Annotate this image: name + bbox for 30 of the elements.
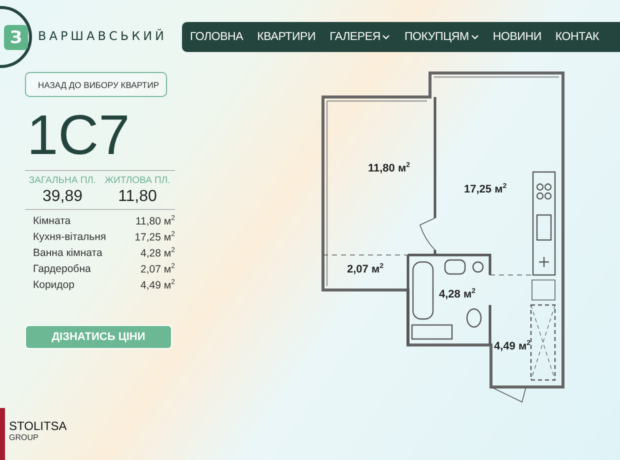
room-area: 17,25 м$^{2}$ — [134, 231, 175, 247]
room-area-label: 17,25 м$^{2}$ — [464, 183, 507, 196]
room-area: 4,49 м$^{2}$ — [140, 279, 175, 295]
room-name: Кімната — [33, 215, 71, 229]
area-label: ЖИТЛОВА ПЛ. — [104, 175, 170, 186]
nav-link[interactable]: НОВИНИ — [492, 31, 542, 43]
room-name: Ванна кімната — [33, 247, 102, 261]
developer-group: GROUP — [9, 433, 67, 442]
room-area-label: 2,07 м$^{2}$ — [347, 263, 384, 276]
room-name: Гардеробна — [33, 263, 91, 277]
nav-link[interactable]: ГОЛОВНА — [190, 31, 244, 43]
nav-link[interactable]: КВАРТИРИ — [257, 31, 316, 43]
room-area-label: 4,49 м$^{2}$ — [494, 340, 531, 353]
area-value: 11,80 — [118, 188, 157, 206]
back-button[interactable]: НАЗАД ДО ВИБОРУ КВАРТИР — [25, 72, 167, 97]
nav-link[interactable]: ГАЛЕРЕЯ — [330, 31, 390, 43]
area-label: ЗАГАЛЬНА ПЛ. — [28, 175, 96, 186]
area-value: 39,89 — [42, 188, 83, 206]
apartment-number: 1С7 — [27, 107, 131, 163]
room-name: Кухня-вітальня — [33, 231, 106, 245]
room-area: 11,80 м$^{2}$ — [135, 215, 175, 231]
brand-name[interactable]: ВАРШАВСЬКИЙ — [38, 29, 168, 43]
room-area: 4,28 м$^{2}$ — [140, 247, 175, 263]
nav-link[interactable]: КОНТАК — [555, 31, 600, 43]
room-area-label: 11,80 м$^{2}$ — [368, 162, 410, 175]
room-name: Коридор — [33, 279, 74, 293]
nav-link[interactable]: ПОКУПЦЯМ — [404, 31, 479, 43]
room-area-label: 4,28 м$^{2}$ — [439, 288, 476, 301]
room-area: 2,07 м$^{2}$ — [140, 263, 175, 279]
developer-name: STOLITSA — [9, 420, 67, 434]
